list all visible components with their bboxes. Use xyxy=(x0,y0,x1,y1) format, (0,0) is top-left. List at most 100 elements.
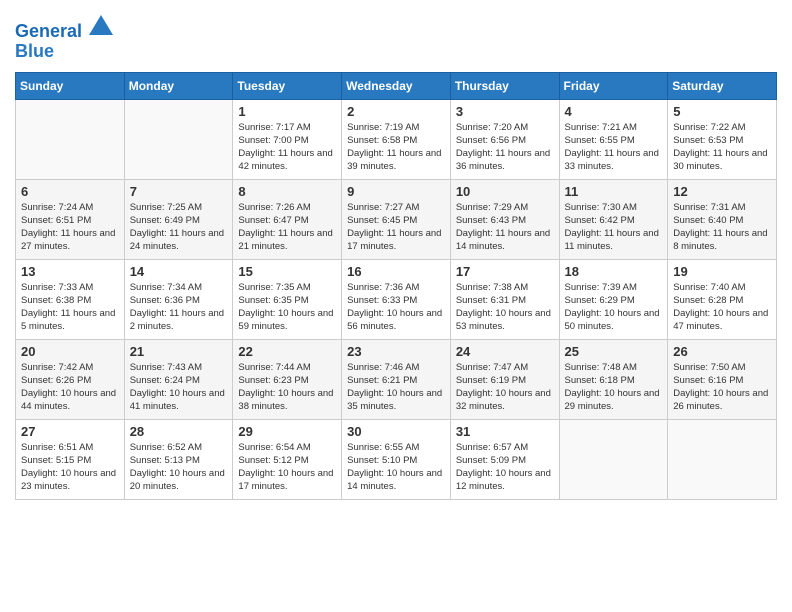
day-info: Sunrise: 7:50 AM Sunset: 6:16 PM Dayligh… xyxy=(673,361,771,414)
day-number: 17 xyxy=(456,264,554,279)
col-header-thursday: Thursday xyxy=(450,72,559,99)
day-info: Sunrise: 7:42 AM Sunset: 6:26 PM Dayligh… xyxy=(21,361,119,414)
day-number: 12 xyxy=(673,184,771,199)
week-row-3: 13Sunrise: 7:33 AM Sunset: 6:38 PM Dayli… xyxy=(16,259,777,339)
day-number: 5 xyxy=(673,104,771,119)
calendar-cell: 2 Sunrise: 7:19 AM Sunset: 6:58 PM Daylig… xyxy=(342,99,451,179)
day-info: Sunrise: 7:46 AM Sunset: 6:21 PM Dayligh… xyxy=(347,361,445,414)
calendar-cell: 23Sunrise: 7:46 AM Sunset: 6:21 PM Dayli… xyxy=(342,339,451,419)
day-number: 20 xyxy=(21,344,119,359)
calendar-cell: 13Sunrise: 7:33 AM Sunset: 6:38 PM Dayli… xyxy=(16,259,125,339)
day-number: 31 xyxy=(456,424,554,439)
calendar-cell: 22 Sunrise: 7:44 AM Sunset: 6:23 PM Dayli… xyxy=(233,339,342,419)
day-number: 10 xyxy=(456,184,554,199)
day-info: Sunrise: 6:54 AM Sunset: 5:12 PM Dayligh… xyxy=(238,441,336,494)
day-info: Sunrise: 7:35 AM Sunset: 6:35 PM Dayligh… xyxy=(238,281,336,334)
day-number: 30 xyxy=(347,424,445,439)
calendar-cell: 19Sunrise: 7:40 AM Sunset: 6:28 PM Dayli… xyxy=(668,259,777,339)
calendar-cell: 7Sunrise: 7:25 AM Sunset: 6:49 PM Daylig… xyxy=(124,179,233,259)
day-info: Sunrise: 7:44 AM Sunset: 6:23 PM Dayligh… xyxy=(238,361,336,414)
day-info: Sunrise: 7:20 AM Sunset: 6:56 PM Dayligh… xyxy=(456,121,554,174)
col-header-saturday: Saturday xyxy=(668,72,777,99)
calendar-cell: 15 Sunrise: 7:35 AM Sunset: 6:35 PM Dayli… xyxy=(233,259,342,339)
day-number: 3 xyxy=(456,104,554,119)
week-row-1: 1 Sunrise: 7:17 AM Sunset: 7:00 PM Daylig… xyxy=(16,99,777,179)
col-header-wednesday: Wednesday xyxy=(342,72,451,99)
calendar-cell: 8 Sunrise: 7:26 AM Sunset: 6:47 PM Daylig… xyxy=(233,179,342,259)
calendar-cell xyxy=(668,419,777,499)
week-row-2: 6 Sunrise: 7:24 AM Sunset: 6:51 PM Daylig… xyxy=(16,179,777,259)
day-info: Sunrise: 6:55 AM Sunset: 5:10 PM Dayligh… xyxy=(347,441,445,494)
calendar-cell xyxy=(16,99,125,179)
logo-icon xyxy=(89,15,113,35)
day-number: 9 xyxy=(347,184,445,199)
day-number: 6 xyxy=(21,184,119,199)
day-info: Sunrise: 7:36 AM Sunset: 6:33 PM Dayligh… xyxy=(347,281,445,334)
day-number: 29 xyxy=(238,424,336,439)
col-header-tuesday: Tuesday xyxy=(233,72,342,99)
calendar-cell: 14 Sunrise: 7:34 AM Sunset: 6:36 PM Dayli… xyxy=(124,259,233,339)
day-number: 28 xyxy=(130,424,228,439)
day-number: 2 xyxy=(347,104,445,119)
day-number: 21 xyxy=(130,344,228,359)
calendar-cell: 12 Sunrise: 7:31 AM Sunset: 6:40 PM Dayli… xyxy=(668,179,777,259)
calendar-cell: 9 Sunrise: 7:27 AM Sunset: 6:45 PM Daylig… xyxy=(342,179,451,259)
calendar-cell: 3 Sunrise: 7:20 AM Sunset: 6:56 PM Daylig… xyxy=(450,99,559,179)
day-info: Sunrise: 7:30 AM Sunset: 6:42 PM Dayligh… xyxy=(565,201,663,254)
day-number: 16 xyxy=(347,264,445,279)
day-number: 26 xyxy=(673,344,771,359)
col-header-monday: Monday xyxy=(124,72,233,99)
calendar-cell: 29 Sunrise: 6:54 AM Sunset: 5:12 PM Dayli… xyxy=(233,419,342,499)
day-info: Sunrise: 7:34 AM Sunset: 6:36 PM Dayligh… xyxy=(130,281,228,334)
day-number: 27 xyxy=(21,424,119,439)
day-info: Sunrise: 7:21 AM Sunset: 6:55 PM Dayligh… xyxy=(565,121,663,174)
calendar-cell: 25 Sunrise: 7:48 AM Sunset: 6:18 PM Dayli… xyxy=(559,339,668,419)
day-number: 25 xyxy=(565,344,663,359)
day-info: Sunrise: 7:29 AM Sunset: 6:43 PM Dayligh… xyxy=(456,201,554,254)
day-info: Sunrise: 7:38 AM Sunset: 6:31 PM Dayligh… xyxy=(456,281,554,334)
calendar-cell: 17 Sunrise: 7:38 AM Sunset: 6:31 PM Dayli… xyxy=(450,259,559,339)
day-info: Sunrise: 7:19 AM Sunset: 6:58 PM Dayligh… xyxy=(347,121,445,174)
logo-blue: Blue xyxy=(15,41,54,61)
day-number: 1 xyxy=(238,104,336,119)
day-number: 22 xyxy=(238,344,336,359)
day-info: Sunrise: 7:48 AM Sunset: 6:18 PM Dayligh… xyxy=(565,361,663,414)
day-info: Sunrise: 7:26 AM Sunset: 6:47 PM Dayligh… xyxy=(238,201,336,254)
calendar-cell: 24 Sunrise: 7:47 AM Sunset: 6:19 PM Dayli… xyxy=(450,339,559,419)
day-info: Sunrise: 6:52 AM Sunset: 5:13 PM Dayligh… xyxy=(130,441,228,494)
day-number: 15 xyxy=(238,264,336,279)
day-info: Sunrise: 6:57 AM Sunset: 5:09 PM Dayligh… xyxy=(456,441,554,494)
calendar-cell: 5 Sunrise: 7:22 AM Sunset: 6:53 PM Daylig… xyxy=(668,99,777,179)
calendar-cell: 21Sunrise: 7:43 AM Sunset: 6:24 PM Dayli… xyxy=(124,339,233,419)
calendar-cell: 11Sunrise: 7:30 AM Sunset: 6:42 PM Dayli… xyxy=(559,179,668,259)
calendar-cell: 26 Sunrise: 7:50 AM Sunset: 6:16 PM Dayli… xyxy=(668,339,777,419)
day-info: Sunrise: 7:27 AM Sunset: 6:45 PM Dayligh… xyxy=(347,201,445,254)
header-row: SundayMondayTuesdayWednesdayThursdayFrid… xyxy=(16,72,777,99)
day-info: Sunrise: 7:22 AM Sunset: 6:53 PM Dayligh… xyxy=(673,121,771,174)
day-number: 24 xyxy=(456,344,554,359)
day-info: Sunrise: 7:31 AM Sunset: 6:40 PM Dayligh… xyxy=(673,201,771,254)
page-header: General Blue xyxy=(15,15,777,62)
day-info: Sunrise: 7:33 AM Sunset: 6:38 PM Dayligh… xyxy=(21,281,119,334)
week-row-4: 20 Sunrise: 7:42 AM Sunset: 6:26 PM Dayli… xyxy=(16,339,777,419)
calendar-cell: 31 Sunrise: 6:57 AM Sunset: 5:09 PM Dayli… xyxy=(450,419,559,499)
day-info: Sunrise: 7:39 AM Sunset: 6:29 PM Dayligh… xyxy=(565,281,663,334)
day-number: 14 xyxy=(130,264,228,279)
calendar-cell: 27 Sunrise: 6:51 AM Sunset: 5:15 PM Dayli… xyxy=(16,419,125,499)
day-info: Sunrise: 7:25 AM Sunset: 6:49 PM Dayligh… xyxy=(130,201,228,254)
calendar-cell: 4 Sunrise: 7:21 AM Sunset: 6:55 PM Daylig… xyxy=(559,99,668,179)
week-row-5: 27 Sunrise: 6:51 AM Sunset: 5:15 PM Dayli… xyxy=(16,419,777,499)
day-number: 4 xyxy=(565,104,663,119)
day-info: Sunrise: 6:51 AM Sunset: 5:15 PM Dayligh… xyxy=(21,441,119,494)
col-header-friday: Friday xyxy=(559,72,668,99)
calendar-table: SundayMondayTuesdayWednesdayThursdayFrid… xyxy=(15,72,777,500)
col-header-sunday: Sunday xyxy=(16,72,125,99)
day-number: 8 xyxy=(238,184,336,199)
calendar-cell: 28 Sunrise: 6:52 AM Sunset: 5:13 PM Dayli… xyxy=(124,419,233,499)
calendar-cell: 20 Sunrise: 7:42 AM Sunset: 6:26 PM Dayli… xyxy=(16,339,125,419)
calendar-cell: 1 Sunrise: 7:17 AM Sunset: 7:00 PM Daylig… xyxy=(233,99,342,179)
day-info: Sunrise: 7:40 AM Sunset: 6:28 PM Dayligh… xyxy=(673,281,771,334)
day-info: Sunrise: 7:24 AM Sunset: 6:51 PM Dayligh… xyxy=(21,201,119,254)
day-info: Sunrise: 7:47 AM Sunset: 6:19 PM Dayligh… xyxy=(456,361,554,414)
day-info: Sunrise: 7:17 AM Sunset: 7:00 PM Dayligh… xyxy=(238,121,336,174)
